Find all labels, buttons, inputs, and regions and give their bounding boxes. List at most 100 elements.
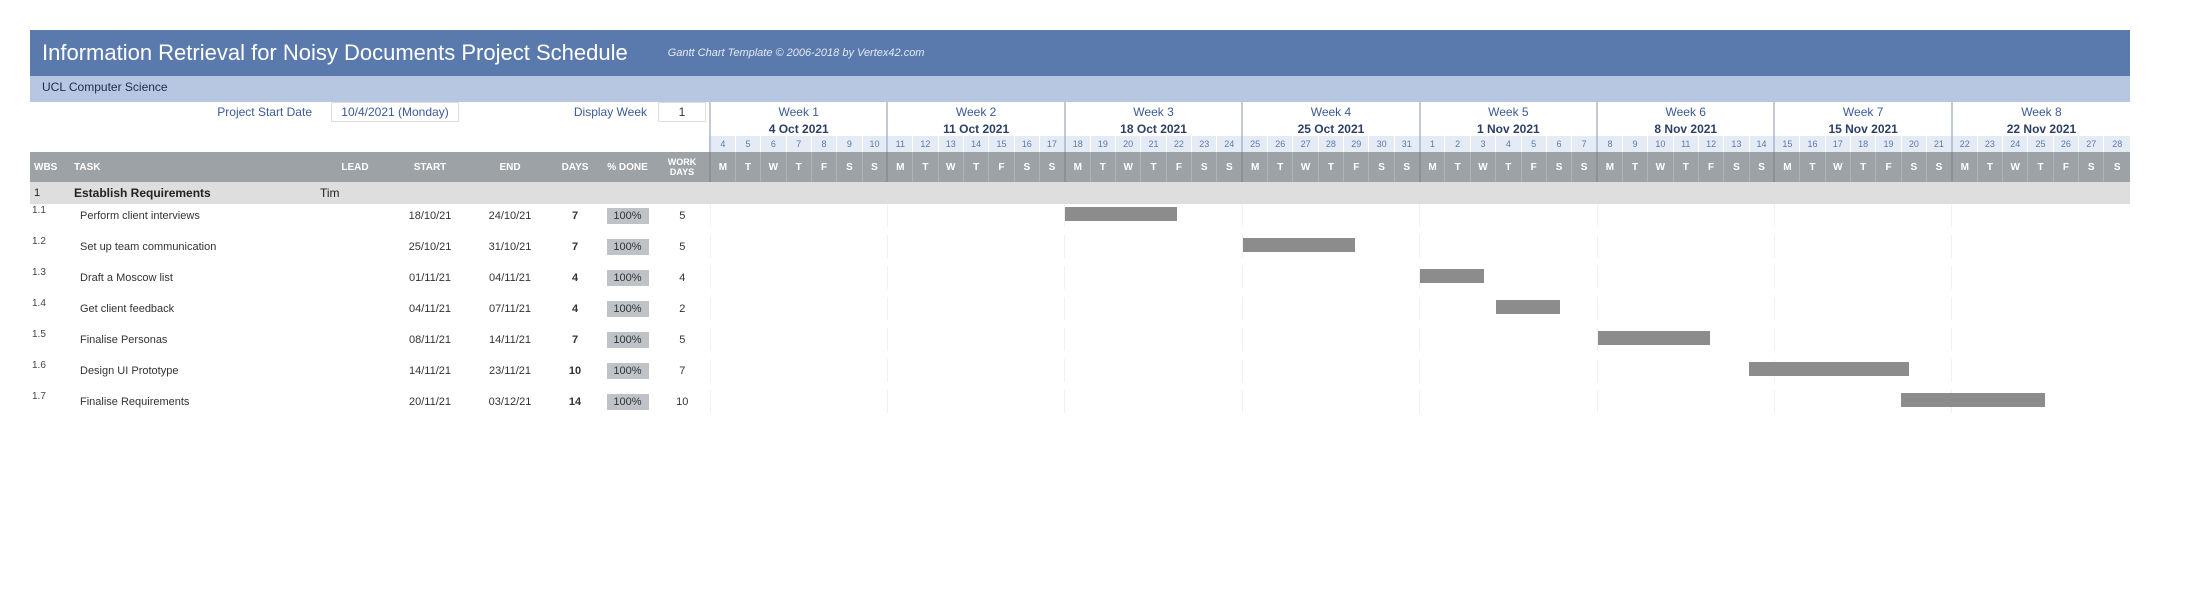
start-date-value[interactable]: 10/4/2021 (Monday): [331, 102, 459, 122]
gantt-cell: [1242, 355, 1267, 386]
gantt-cell: [2053, 386, 2078, 417]
gantt-cell: [2028, 324, 2053, 355]
task-lead: [320, 204, 390, 231]
gantt-cell: [2079, 386, 2104, 417]
gantt-cell: [1850, 204, 1875, 231]
gantt-cell: [1318, 231, 1343, 262]
day-number: 9: [837, 136, 862, 152]
day-number: 8: [811, 136, 836, 152]
gantt-cell: [913, 204, 938, 231]
gantt-cell: [1394, 293, 1419, 324]
gantt-cell: [1039, 293, 1064, 324]
gantt-cell: [2053, 204, 2078, 231]
gantt-cell: [887, 355, 912, 386]
day-letter: T: [913, 152, 938, 182]
gantt-cell: [1039, 355, 1064, 386]
day-letter: F: [1166, 152, 1191, 182]
gantt-cell: [710, 324, 735, 355]
day-letter: T: [2028, 152, 2053, 182]
day-number: 16: [1800, 136, 1825, 152]
gantt-cell: [1774, 324, 1799, 355]
gantt-cell: [1369, 262, 1394, 293]
table-row: 1.5Finalise Personas08/11/2114/11/217100…: [30, 324, 2130, 355]
gantt-cell: [1850, 386, 1875, 417]
gantt-cell: [1977, 204, 2002, 231]
gantt-cell: [1673, 293, 1698, 324]
gantt-cell: [1318, 262, 1343, 293]
gantt-cell: [1901, 231, 1926, 262]
gantt-cell: [2104, 355, 2130, 386]
day-letter: W: [1648, 152, 1673, 182]
week-label: Week 6: [1597, 102, 1774, 122]
display-week-value[interactable]: 1: [658, 102, 706, 122]
gantt-cell: [1369, 324, 1394, 355]
gantt-cell: [1597, 262, 1622, 293]
day-number: 24: [2003, 136, 2028, 152]
gantt-cell: [1673, 324, 1698, 355]
day-number: 30: [1369, 136, 1394, 152]
task-pct: 100%: [607, 363, 649, 379]
gantt-cell: [1217, 386, 1242, 417]
gantt-cell: [938, 204, 963, 231]
gantt-cell: [1927, 386, 1952, 417]
gantt-cell: [1496, 386, 1521, 417]
day-letter: W: [1470, 152, 1495, 182]
gantt-cell: [2079, 262, 2104, 293]
day-number: 20: [1901, 136, 1926, 152]
gantt-cell: [1724, 204, 1749, 231]
gantt-cell: [1090, 231, 1115, 262]
gantt-cell: [1572, 204, 1597, 231]
gantt-cell: [1445, 231, 1470, 262]
gantt-cell: [786, 293, 811, 324]
day-number: 25: [1242, 136, 1267, 152]
gantt-cell: [1648, 262, 1673, 293]
gantt-cell: [1800, 231, 1825, 262]
gantt-cell: [1344, 386, 1369, 417]
task-work: 10: [655, 386, 710, 417]
gantt-cell: [913, 324, 938, 355]
gantt-cell: [989, 231, 1014, 262]
col-work: WORK DAYS: [655, 152, 710, 182]
gantt-cell: [1014, 324, 1039, 355]
gantt-cell: [1344, 231, 1369, 262]
gantt-cell: [1293, 293, 1318, 324]
task-days: 4: [550, 293, 600, 324]
table-row: 1.1Perform client interviews18/10/2124/1…: [30, 204, 2130, 231]
gantt-cell: [786, 204, 811, 231]
day-number: 2: [1445, 136, 1470, 152]
gantt-cell: [2003, 231, 2028, 262]
gantt-cell: [1166, 231, 1191, 262]
task-name: Draft a Moscow list: [70, 262, 320, 293]
day-letter: T: [1673, 152, 1698, 182]
gantt-cell: [887, 293, 912, 324]
gantt-cell: [1293, 262, 1318, 293]
day-letter: W: [1293, 152, 1318, 182]
gantt-cell: [1977, 324, 2002, 355]
col-task: TASK: [70, 152, 320, 182]
gantt-cell: [1952, 324, 1977, 355]
week-label: Week 4: [1242, 102, 1419, 122]
day-number: 17: [1825, 136, 1850, 152]
gantt-cell: [1572, 355, 1597, 386]
gantt-cell: [1597, 293, 1622, 324]
gantt-cell: [1800, 293, 1825, 324]
gantt-cell: [1977, 293, 2002, 324]
gantt-cell: [811, 231, 836, 262]
col-pct: % DONE: [600, 152, 655, 182]
task-end: 23/11/21: [470, 355, 550, 386]
task-name: Design UI Prototype: [70, 355, 320, 386]
gantt-cell: [2003, 262, 2028, 293]
day-number: 12: [1698, 136, 1723, 152]
gantt-cell: [1039, 262, 1064, 293]
task-name: Finalise Requirements: [70, 386, 320, 417]
task-pct: 100%: [607, 301, 649, 317]
gantt-cell: [2079, 355, 2104, 386]
gantt-cell: [1166, 293, 1191, 324]
gantt-cell: [2053, 293, 2078, 324]
gantt-cell: [837, 386, 862, 417]
gantt-cell: [1546, 355, 1571, 386]
gantt-cell: [1622, 355, 1647, 386]
gantt-cell: [1648, 324, 1673, 355]
day-letter: T: [786, 152, 811, 182]
gantt-cell: [1268, 293, 1293, 324]
